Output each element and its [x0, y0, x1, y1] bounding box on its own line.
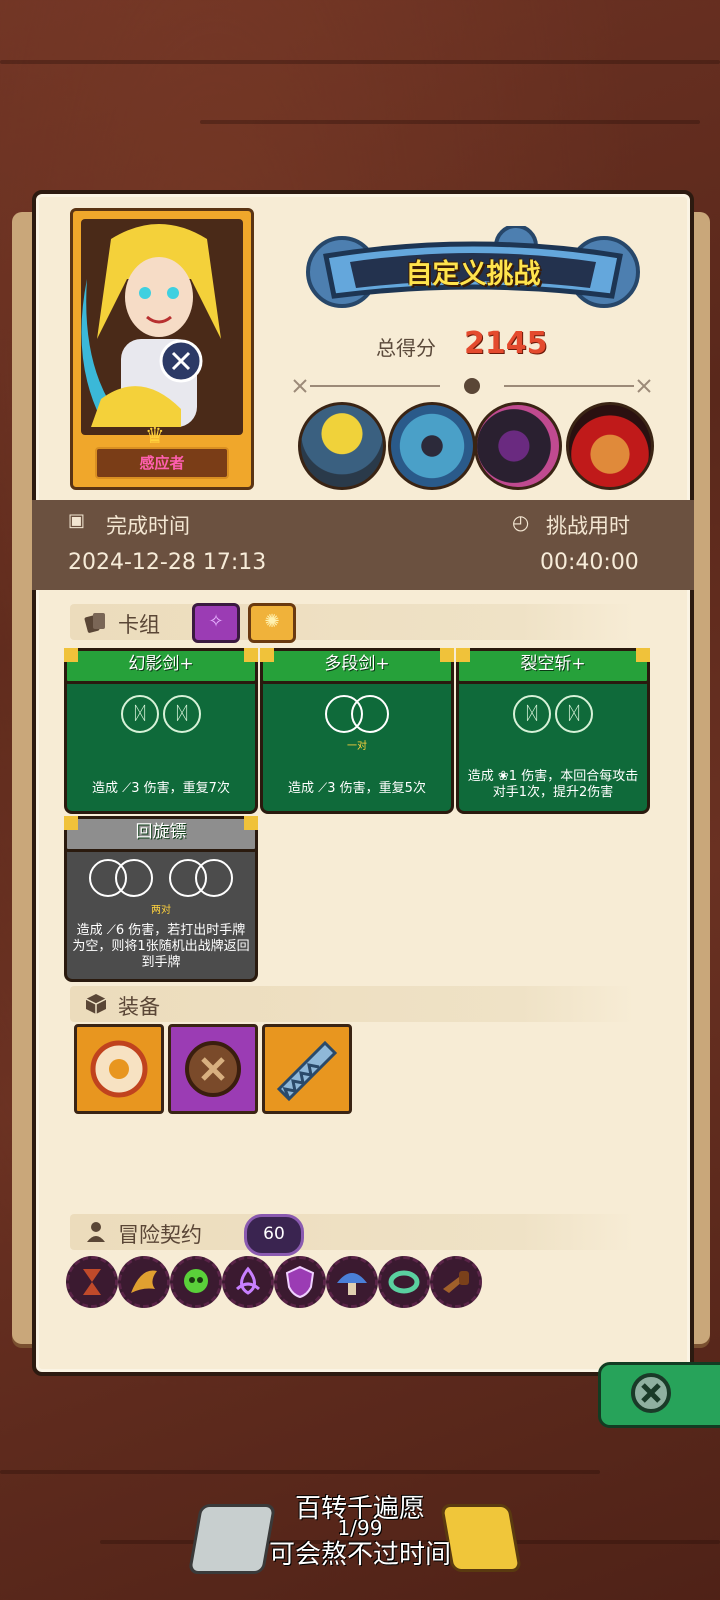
crown-icon: ♛	[145, 424, 165, 449]
equipment-slot-1[interactable]	[74, 1024, 164, 1114]
green-skull-icon[interactable]	[170, 1256, 222, 1308]
cards-icon	[84, 613, 105, 633]
equipment-slot-3[interactable]	[262, 1024, 352, 1114]
equipment-label: 装备	[118, 995, 160, 1019]
card-corner	[456, 648, 470, 662]
boss-portrait-2[interactable]	[388, 402, 476, 490]
character-art	[81, 219, 243, 435]
deck-card-2[interactable]: 多段剑+ 一对 造成 ⟋3 伤害，重复5次	[260, 648, 454, 814]
card-slots: 一对	[263, 695, 451, 752]
card-title: 幻影剑+	[64, 648, 258, 684]
contract-section-header: 冒险契约	[70, 1214, 634, 1250]
round-token-icon	[90, 1040, 148, 1098]
deck-label: 卡组	[118, 613, 160, 637]
rune-icon: ᛞ	[163, 695, 201, 733]
card-description: 造成 ❀1 伤害，本回合每攻击对手1次，提升2伤害	[467, 769, 639, 800]
boss-portrait-4[interactable]	[566, 402, 654, 490]
card-sub-label: 一对	[347, 741, 367, 752]
page-title: 自定义挑战	[405, 259, 541, 290]
rune-icon: ᛞ	[555, 695, 593, 733]
flame-wing-icon[interactable]	[118, 1256, 170, 1308]
ring-icon	[114, 859, 153, 897]
person-icon	[87, 1222, 105, 1242]
card-sub-label: 两对	[151, 905, 171, 916]
character-card[interactable]: ♛ 感应者	[70, 208, 254, 490]
equipment-section-header: 装备	[70, 986, 634, 1022]
card-title: 裂空斩+	[456, 648, 650, 684]
subtitle-line-2: 可会熬不过时间	[268, 1540, 451, 1570]
deck-card-3[interactable]: 裂空斩+ ᛞᛞ 造成 ❀1 伤害，本回合每攻击对手1次，提升2伤害	[456, 648, 650, 814]
close-icon	[631, 1373, 671, 1413]
sun-class-icon[interactable]: ✺	[248, 603, 296, 643]
equipment-slot-2[interactable]	[168, 1024, 258, 1114]
wood-grain	[0, 1470, 600, 1474]
card-corner	[244, 816, 258, 830]
duration-value: 00:40:00	[540, 550, 639, 575]
wood-grain	[200, 120, 700, 124]
card-corner	[636, 648, 650, 662]
title-banner: 自定义挑战	[306, 226, 640, 318]
hourglass-icon[interactable]	[66, 1256, 118, 1308]
card-corner	[260, 648, 274, 662]
card-description: 造成 ⟋3 伤害，重复7次	[92, 781, 230, 796]
deck-section-header: 卡组	[70, 604, 634, 640]
card-slots: ᛞᛞ	[459, 695, 647, 739]
finish-time-value: 2024-12-28 17:13	[68, 550, 267, 575]
box-icon	[85, 994, 107, 1014]
ring-icon	[351, 695, 389, 733]
close-button[interactable]	[598, 1362, 720, 1428]
contract-label: 冒险契约	[118, 1223, 202, 1247]
card-corner	[64, 648, 78, 662]
finish-time-label: 完成时间	[106, 514, 190, 538]
saw-blade-icon	[276, 1040, 338, 1102]
rune-icon: ᛞ	[121, 695, 159, 733]
triquetra-icon[interactable]	[222, 1256, 274, 1308]
score-value: 2145	[464, 326, 548, 361]
wood-grain	[0, 60, 720, 64]
film-icon: ▣	[68, 510, 86, 531]
card-corner	[244, 648, 258, 662]
rune-icon: ᛞ	[513, 695, 551, 733]
duration-label: 挑战用时	[546, 514, 630, 538]
deck-card-4[interactable]: 回旋镖 两对 造成 ⟋6 伤害，若打出时手牌为空，则将1张随机出战牌返回到手牌	[64, 816, 258, 982]
boss-portrait-1[interactable]	[298, 402, 386, 490]
ring-icon[interactable]	[378, 1256, 430, 1308]
card-title: 回旋镖	[64, 816, 258, 852]
card-title: 多段剑+	[260, 648, 454, 684]
ring-icon	[195, 859, 234, 897]
total-score: 总得分 2145	[376, 326, 636, 364]
purple-class-icon[interactable]: ✧	[192, 603, 240, 643]
character-name: 感应者	[95, 447, 229, 479]
card-description: 造成 ⟋6 伤害，若打出时手牌为空，则将1张随机出战牌返回到手牌	[72, 923, 250, 970]
card-corner	[440, 648, 454, 662]
shield-icon[interactable]	[274, 1256, 326, 1308]
score-label: 总得分	[376, 336, 436, 360]
ornament-divider	[293, 378, 651, 394]
deck-card-1[interactable]: 幻影剑+ ᛞᛞ 造成 ⟋3 伤害，重复7次	[64, 648, 258, 814]
stopwatch-icon: ◴	[512, 510, 530, 534]
boss-portrait-3[interactable]	[474, 402, 562, 490]
card-slots: ᛞᛞ	[67, 695, 255, 739]
button-icon	[185, 1041, 241, 1097]
mushroom-icon[interactable]	[326, 1256, 378, 1308]
pipe-icon[interactable]	[430, 1256, 482, 1308]
card-description: 造成 ⟋3 伤害，重复5次	[288, 781, 426, 796]
card-slots: 两对	[67, 859, 255, 916]
result-info-band: ▣ 完成时间 ◴ 挑战用时 2024-12-28 17:13 00:40:00	[32, 500, 694, 590]
card-corner	[64, 816, 78, 830]
contract-level-badge: 60	[244, 1214, 304, 1256]
